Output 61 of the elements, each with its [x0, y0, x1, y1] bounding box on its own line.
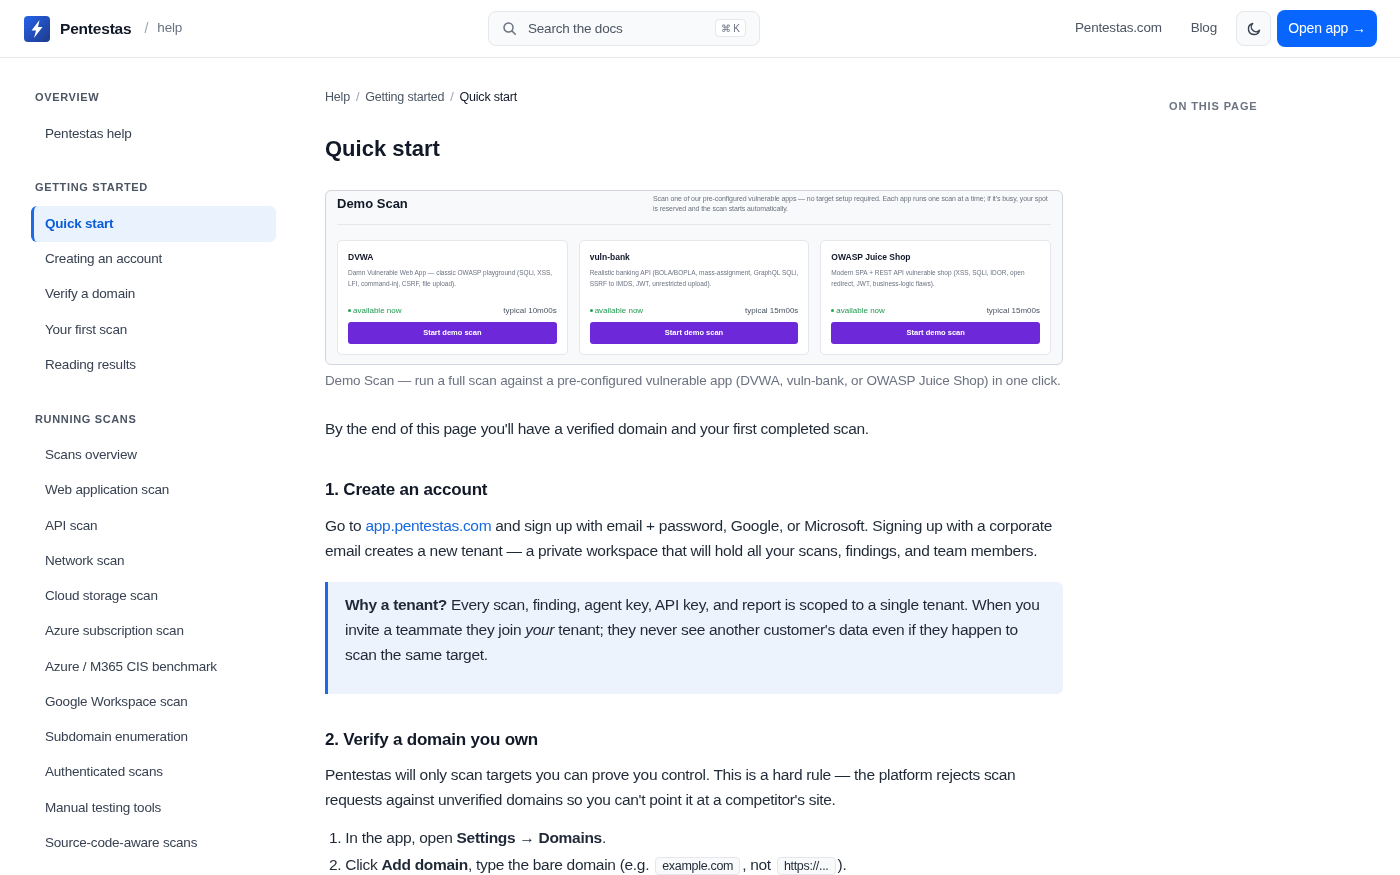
open-app-button[interactable]: Open app → [1277, 10, 1377, 47]
sidebar-item[interactable]: Quick start [31, 206, 276, 242]
status-text: available now [836, 305, 885, 316]
sidebar-section-heading: RUNNING SCANS [34, 411, 138, 427]
sidebar-item[interactable]: Azure subscription scan [31, 613, 276, 649]
sidebar-item[interactable]: Source-code-aware scans [31, 825, 276, 861]
body-paragraph: Pentestas will only scan targets you can prove you control. This is a hard rule — the platform rejects scan requests against unverified domains so you can't point it at a competitor's site. [325, 765, 1017, 810]
sidebar-section-heading: OVERVIEW [34, 90, 101, 105]
search-icon [503, 22, 516, 35]
logo-icon[interactable] [24, 15, 50, 42]
shortcut-hint: ⌘ K [714, 19, 746, 37]
app-name: DVWA [348, 252, 375, 263]
brand-name: Pentestas [60, 18, 132, 39]
theme-toggle-button[interactable] [1236, 11, 1271, 46]
body-paragraph: Go to app.pentestas.com and sign up with email + password, Google, or Microsoft. Signing up with a corporate email creates a new tenant — a private workspace that will hold all your scans, findings, and team members. [325, 516, 1054, 561]
section-heading: 2. Verify a domain you own [325, 729, 540, 751]
sidebar-item[interactable]: Creating an account [31, 241, 276, 277]
header-separator: / [144, 19, 149, 38]
duration-text: typical 15m00s [986, 305, 1040, 316]
sidebar-item[interactable]: Pentestas help [31, 116, 276, 152]
breadcrumb-link[interactable]: Getting started [365, 87, 445, 107]
sidebar-item[interactable]: Web application scan [31, 472, 276, 508]
text-link[interactable]: app.pentestas.com [365, 517, 492, 534]
list-item-text: Click Add domain, type the bare domain (e.g. example.com , not https://... ). [345, 855, 847, 875]
sidebar-item[interactable]: Manual testing tools [31, 790, 276, 826]
sidebar-item[interactable]: Authenticated scans [31, 754, 276, 790]
duration-text: typical 15m00s [744, 305, 799, 316]
breadcrumb-separator: / [355, 88, 360, 106]
sidebar-item[interactable]: API scan [31, 508, 276, 544]
body-paragraph: By the end of this page you'll have a verified domain and your first completed scan. [325, 419, 870, 439]
app-name: OWASP Juice Shop [831, 252, 912, 263]
panel-title: Demo Scan [337, 195, 408, 213]
status-text: available now [594, 305, 644, 316]
toc-heading: ON THIS PAGE [1169, 99, 1258, 114]
sidebar-item[interactable]: Network scan [31, 543, 276, 579]
list-number: 1. [329, 828, 342, 848]
nav-link[interactable]: Blog [1190, 18, 1217, 39]
sidebar-item[interactable]: Azure / M365 CIS benchmark [31, 649, 276, 685]
breadcrumb-current: Quick start [459, 88, 518, 106]
moon-icon [1246, 21, 1261, 36]
sidebar-item[interactable]: Reading results [31, 347, 276, 383]
callout-text: Why a tenant? Every scan, finding, agent key, API key, and report is scoped to a single tenant. When you invite a teammate they join your tenant; they never see another customer's data even if they happen to scan the same target. [345, 595, 1041, 665]
figure-caption: Demo Scan — run a full scan against a pre-configured vulnerable app (DVWA, vuln-bank, or OWASP Juice Shop) in one click. [325, 372, 1062, 390]
sidebar-item[interactable]: Scans overview [31, 437, 276, 473]
list-item-text: In the app, open Settings → Domains. [345, 828, 606, 848]
sidebar-item[interactable]: Google Workspace scan [31, 684, 276, 720]
list-number: 2. [329, 855, 342, 875]
sidebar-item[interactable]: Subdomain enumeration [31, 719, 276, 755]
breadcrumb-link[interactable]: Help [325, 87, 350, 107]
section-heading: 1. Create an account [325, 479, 489, 501]
section-label: help [157, 19, 183, 38]
page-title: Quick start [325, 135, 441, 163]
sidebar-item[interactable]: Verify a domain [31, 276, 276, 312]
sidebar-item[interactable]: Cloud storage scan [31, 578, 276, 614]
duration-text: typical 10m00s [503, 305, 557, 316]
status-text: available now [353, 305, 402, 316]
nav-link[interactable]: Pentestas.com [1075, 18, 1162, 39]
sidebar-section-heading: GETTING STARTED [34, 180, 149, 196]
app-name: vuln-bank [589, 252, 631, 263]
sidebar-item[interactable]: Your first scan [31, 312, 276, 348]
breadcrumb-separator: / [450, 88, 454, 106]
